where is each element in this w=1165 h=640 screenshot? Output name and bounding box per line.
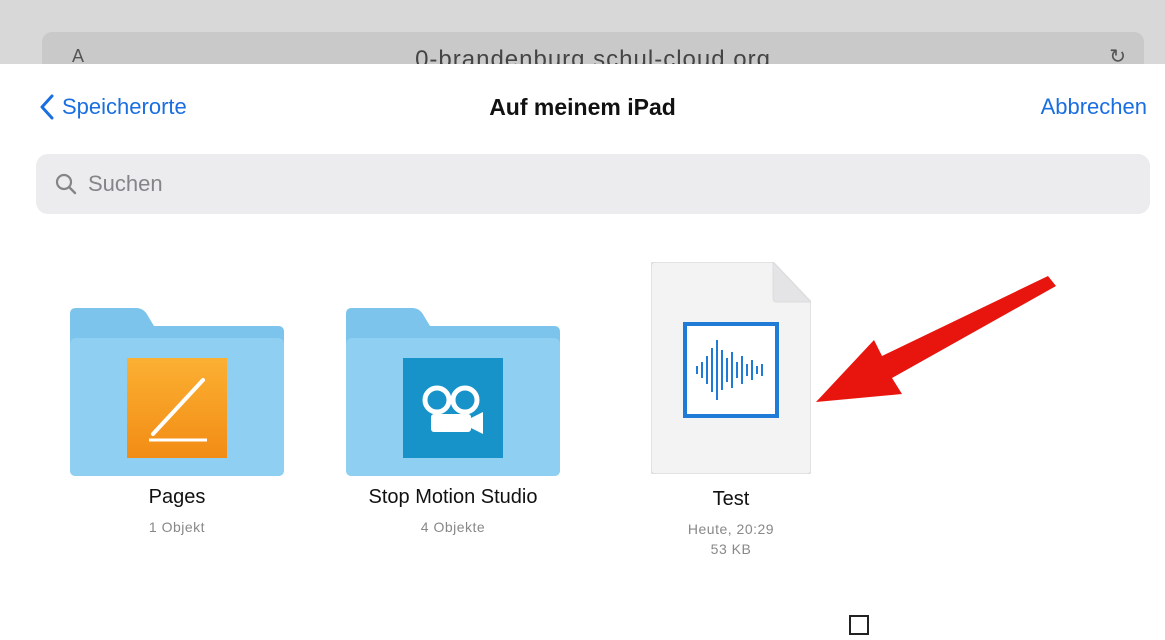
item-detail: 4 Objekte	[420, 519, 486, 535]
item-name: Test	[712, 488, 750, 510]
folder-item-stop-motion-studio[interactable]: Stop Motion Studio 4 Objekte	[328, 308, 578, 537]
checkbox[interactable]	[849, 615, 869, 635]
item-name: Pages	[148, 486, 206, 508]
item-name: Stop Motion Studio	[368, 486, 538, 508]
camera-icon	[403, 358, 503, 458]
file-picker-sheet: Speicherorte Auf meinem iPad Abbrechen S…	[0, 64, 1165, 640]
pages-icon	[127, 358, 227, 458]
search-icon	[54, 172, 78, 196]
folder-item-pages[interactable]: Pages 1 Objekt	[52, 308, 302, 537]
annotation-arrow	[816, 276, 1056, 402]
item-size: 53 KB	[710, 541, 752, 557]
page-title: Auf meinem iPad	[489, 94, 676, 120]
cancel-button[interactable]: Abbrechen	[1041, 94, 1147, 120]
search-bar[interactable]	[36, 154, 1150, 214]
item-date: Heute, 20:29	[687, 521, 775, 537]
waveform-icon	[683, 322, 779, 418]
search-input[interactable]	[86, 170, 990, 198]
item-detail: 1 Objekt	[148, 519, 206, 535]
browser-toolbar: A 0-brandenburg.schul-cloud.org ↻	[0, 0, 1165, 76]
